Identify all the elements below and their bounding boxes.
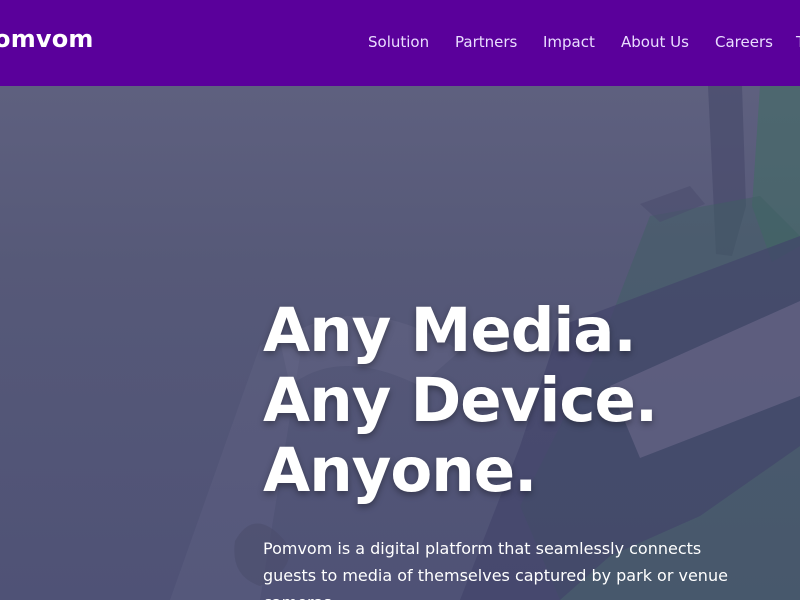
nav-impact[interactable]: Impact — [543, 33, 595, 51]
nav-partners[interactable]: Partners — [455, 33, 517, 51]
nav-truncated-item[interactable]: T — [796, 33, 800, 51]
headline-line-3: Anyone. — [263, 435, 537, 506]
hero-headline: Any Media. Any Device. Anyone. — [263, 296, 783, 506]
hero-description: Pomvom is a digital platform that seamle… — [263, 539, 728, 600]
nav-solution[interactable]: Solution — [368, 33, 429, 51]
headline-line-1: Any Media. — [263, 295, 637, 366]
hero-section: Any Media. Any Device. Anyone. Pomvom is… — [0, 86, 800, 600]
headline-line-2: Any Device. — [263, 365, 658, 436]
nav-about-us[interactable]: About Us — [621, 33, 689, 51]
top-navigation-bar: omvom Solution Partners Impact About Us … — [0, 0, 800, 86]
main-navigation: Solution Partners Impact About Us Career… — [0, 0, 800, 86]
nav-careers[interactable]: Careers — [715, 33, 773, 51]
